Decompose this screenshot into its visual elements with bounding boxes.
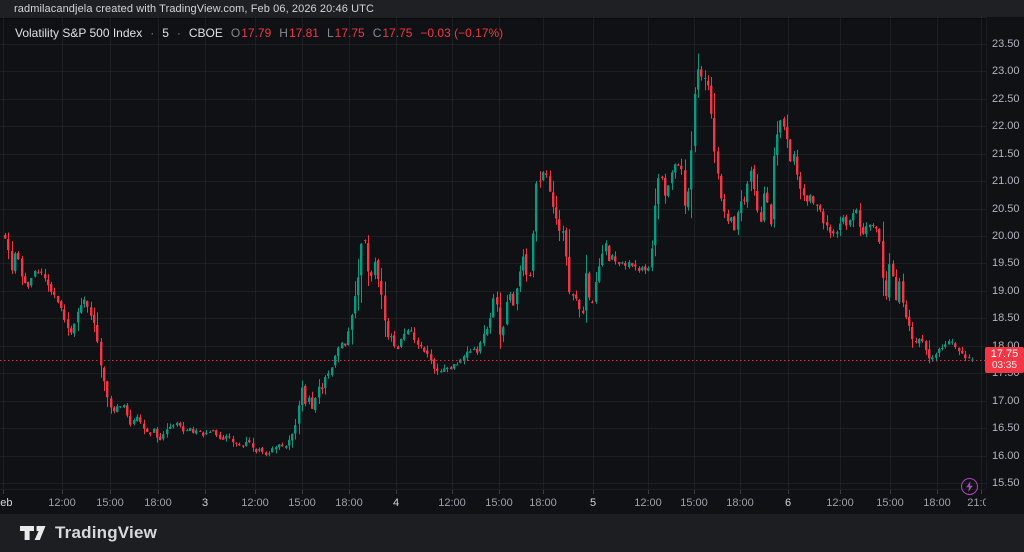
price-axis-label: 21.50 [992,148,1020,160]
change-value: −0.03 (−0.17%) [420,26,503,40]
time-axis-label: 18:00 [529,497,557,509]
bar-countdown: 03:35 [992,360,1017,372]
time-axis-label: 15:00 [876,497,904,509]
price-axis-label: 18.50 [992,312,1020,324]
symbol-exchange: CBOE [189,26,223,40]
axis-corner [986,489,1024,515]
time-axis-label: 12:00 [826,497,854,509]
tradingview-logo-link[interactable]: TradingView [20,523,157,543]
time-axis-tick [740,490,741,494]
time-axis-tick [3,490,4,494]
time-axis-label: Feb [0,497,12,509]
candlestick-canvas[interactable] [0,17,986,489]
legend-separator: · [150,26,154,40]
time-axis-tick [937,490,938,494]
time-axis-label: 15:00 [485,497,513,509]
time-axis-label: 12:00 [241,497,269,509]
ohlc-low: L17.75 [327,26,365,40]
time-axis-tick [648,490,649,494]
tradingview-logo-icon [20,526,46,541]
price-axis-label: 23.50 [992,38,1020,50]
price-axis-label: 20.50 [992,203,1020,215]
price-axis-label: 22.50 [992,93,1020,105]
time-axis-tick [452,490,453,494]
time-axis-tick [62,490,63,494]
time-axis-tick [593,490,594,494]
tradingview-snapshot: radmilacandjela created with TradingView… [0,0,1024,552]
time-axis-tick [543,490,544,494]
footer-bar: TradingView [0,514,1024,552]
time-axis-tick [788,490,789,494]
lightning-status-icon[interactable] [961,478,978,495]
time-axis-label: 15:00 [288,497,316,509]
price-axis-label: 16.50 [992,422,1020,434]
price-axis-label: 19.50 [992,257,1020,269]
time-axis-tick [694,490,695,494]
symbol-title: Volatility S&P 500 Index [15,26,142,40]
ohlc-open: O17.79 [231,26,271,40]
time-axis-tick [499,490,500,494]
price-axis-label: 20.00 [992,230,1020,242]
last-price-badge: 17.75 03:35 [985,347,1024,373]
time-axis-tick [396,490,397,494]
symbol-legend[interactable]: Volatility S&P 500 Index · 5 · CBOE O17.… [15,26,503,40]
attribution-text: radmilacandjela created with TradingView… [14,3,374,15]
time-axis-label: 18:00 [726,497,754,509]
time-axis-label: 3 [202,497,208,509]
time-axis-label: 6 [785,497,791,509]
time-axis-label: 15:00 [680,497,708,509]
time-axis-label: 18:00 [144,497,172,509]
time-axis-label: 4 [393,497,399,509]
time-axis-label: 12:00 [634,497,662,509]
price-axis-label: 16.00 [992,450,1020,462]
price-axis-label: 22.00 [992,120,1020,132]
time-axis-label: 12:00 [438,497,466,509]
time-axis-tick [302,490,303,494]
time-axis-tick [255,490,256,494]
last-price-value: 17.75 [991,348,1019,360]
price-axis-label: 17.00 [992,395,1020,407]
chart-pane[interactable] [0,17,986,489]
time-axis-tick [158,490,159,494]
legend-separator: · [177,26,181,40]
time-axis-tick [840,490,841,494]
time-axis-tick [205,490,206,494]
time-axis-tick [890,490,891,494]
time-axis-label: 12:00 [48,497,76,509]
time-axis-label: 5 [590,497,596,509]
time-axis-tick [981,490,982,494]
tradingview-brand-text: TradingView [55,523,157,543]
time-axis-label: 21:00 [967,497,986,509]
time-axis[interactable]: Feb 12:00 15:00 18:00 3 12:00 15:00 18:00 4 12:00… [0,489,986,516]
price-axis-label: 23.00 [992,65,1020,77]
time-axis-label: 18:00 [923,497,951,509]
ohlc-close: C17.75 [373,26,413,40]
price-axis-label: 21.00 [992,175,1020,187]
time-axis-tick [349,490,350,494]
time-axis-label: 15:00 [96,497,124,509]
symbol-interval: 5 [162,26,169,40]
price-axis-label: 15.50 [992,477,1020,489]
lightning-bolt-glyph [965,481,974,492]
ohlc-high: H17.81 [279,26,319,40]
price-axis[interactable]: 23.50 23.00 22.50 22.00 21.50 21.00 20.50 20.00… [986,17,1024,489]
price-axis-label: 19.00 [992,285,1020,297]
time-axis-tick [110,490,111,494]
time-axis-label: 18:00 [335,497,363,509]
